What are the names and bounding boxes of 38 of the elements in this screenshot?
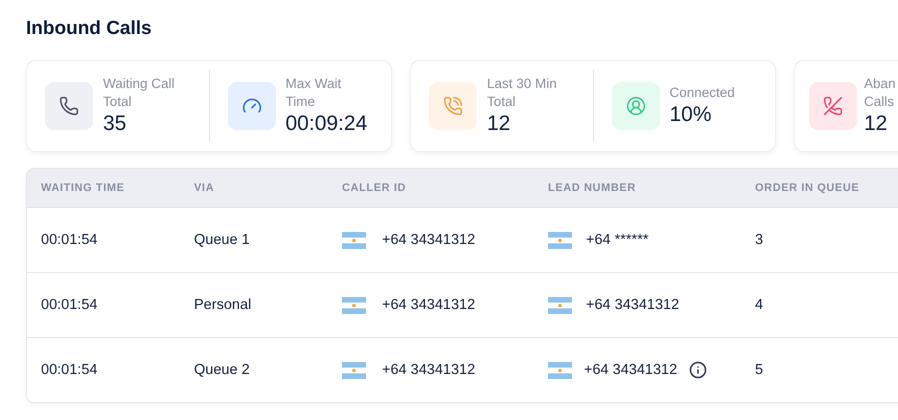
argentina-flag-icon [342,362,366,378]
stat-label: Waiting Call Total [103,75,176,111]
argentina-flag-icon [548,296,572,314]
table-cell: +64 34341312 [586,297,680,313]
argentina-flag-icon [342,296,366,314]
column-header: CALLER ID [342,182,408,194]
column-header: WAITING TIME [41,182,126,194]
stat-value: 00:09:24 [286,111,368,137]
table-cell: +64 ****** [586,232,648,248]
table-cell: +64 34341312 [382,232,476,248]
stat-value: 10% [670,102,713,128]
page-title: Inbound Calls [26,18,153,40]
table-cell: +64 34341312 [382,362,476,378]
table-cell-text: Queue 2 [194,362,251,378]
table-cell: +64 34341312 [584,362,678,378]
table-cell-text: Personal [194,297,252,313]
column-header: ORDER IN QUEUE [755,182,860,194]
table-cell-text: 5 [755,362,764,378]
table-cell-text: 00:01:54 [41,362,98,378]
column-header: VIA [194,182,216,194]
argentina-flag-icon [548,232,572,248]
table-cell: +64 34341312 [382,297,476,313]
table-cell-text: 3 [755,232,764,248]
argentina-flag-icon [548,362,572,378]
table-cell-text: 00:01:54 [41,232,98,248]
stat-label: Aban Calls [864,75,897,111]
info-icon[interactable] [689,361,708,379]
stat-label: Max Wait Time [286,75,342,111]
table-cell-text: Queue 1 [194,232,251,248]
table-cell-text: 4 [755,297,764,313]
argentina-flag-icon [342,232,366,248]
stat-value: 35 [103,111,128,137]
stat-label: Connected [670,84,735,102]
column-header: LEAD NUMBER [548,182,637,194]
stat-value: 12 [487,111,512,137]
stat-label: Last 30 Min Total [487,75,558,111]
table-cell-text: 00:01:54 [41,297,98,313]
stat-value: 12 [864,111,888,137]
